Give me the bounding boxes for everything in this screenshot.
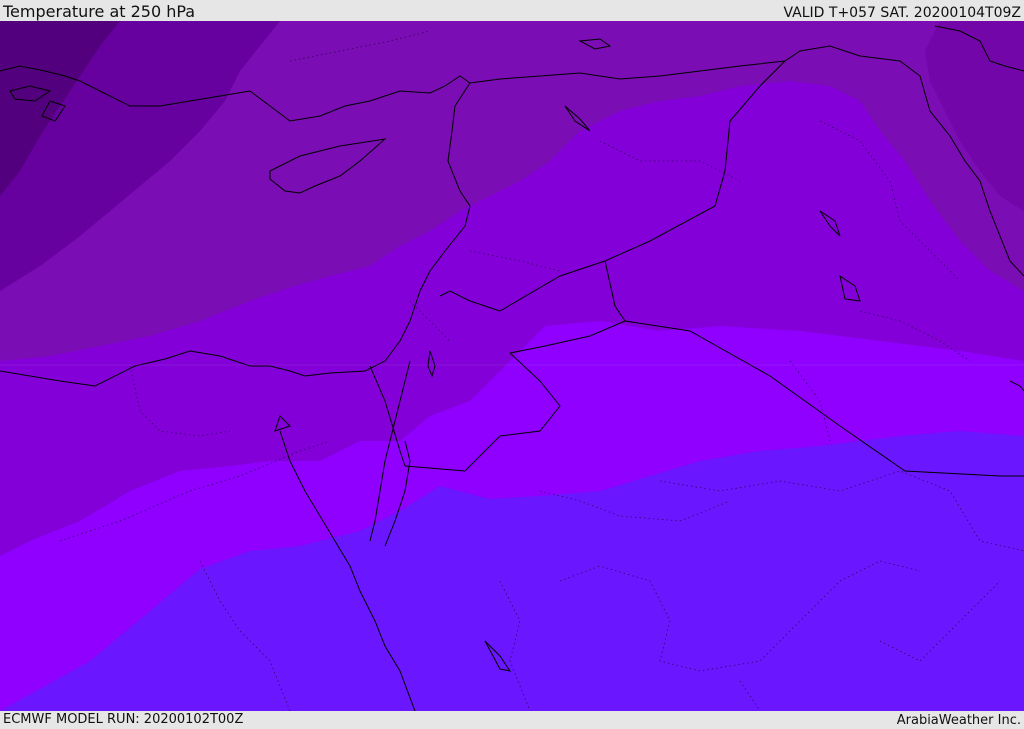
map-title: Temperature at 250 hPa <box>3 2 196 21</box>
temperature-map[interactable] <box>0 21 1024 711</box>
map-canvas <box>0 21 1024 711</box>
header-bar: Temperature at 250 hPa VALID T+057 SAT. … <box>0 0 1024 21</box>
model-run-label: ECMWF MODEL RUN: 20200102T00Z <box>3 712 244 727</box>
credit-label: ArabiaWeather Inc. <box>896 713 1021 728</box>
footer-bar: ECMWF MODEL RUN: 20200102T00Z ArabiaWeat… <box>0 711 1024 729</box>
valid-time: VALID T+057 SAT. 20200104T09Z <box>783 5 1021 21</box>
